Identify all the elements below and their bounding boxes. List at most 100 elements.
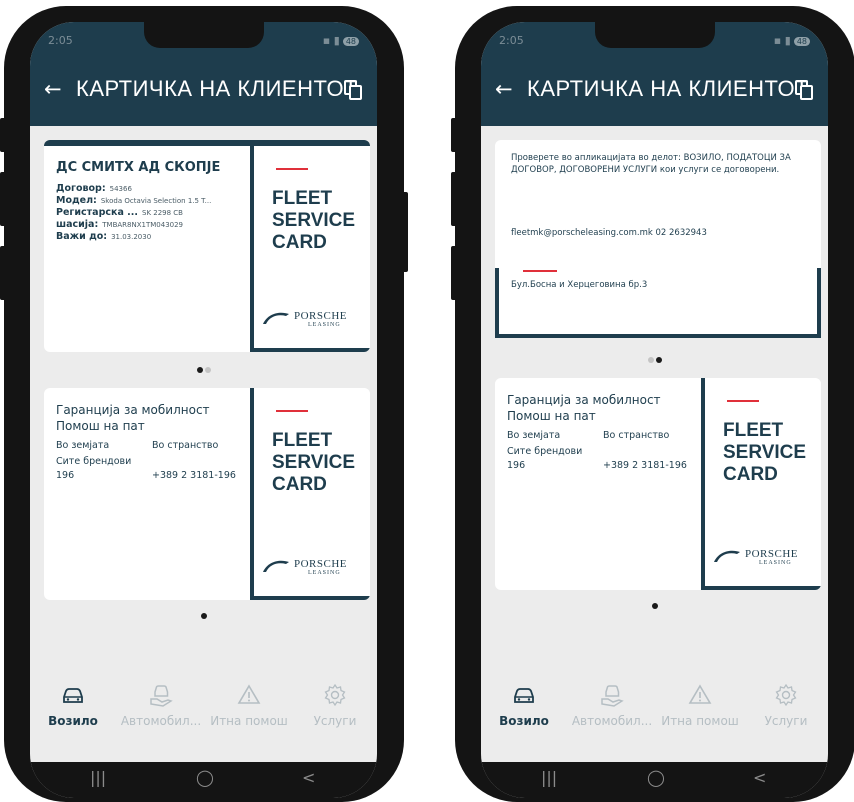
nav-item-services[interactable]: Услуги: [743, 680, 828, 728]
copy-icon[interactable]: [344, 80, 363, 100]
porsche-leasing-logo: PORSCHE LEASING: [262, 554, 366, 580]
detail-row: Важи до: 31.03.2030: [56, 231, 152, 242]
app-screen: 2:05 ▪ ▮ 48 ← КАРТИЧКА НА КЛИЕНТОТ Провер…: [481, 22, 828, 798]
status-time: 2:05: [48, 34, 73, 47]
gear-icon: [743, 680, 828, 710]
company-name: ДС СМИТХ АД СКОПЈЕ: [56, 160, 221, 175]
address-text: Бул.Босна и Херцеговина бр.3: [511, 280, 648, 290]
mobility-guarantee-card[interactable]: Гаранција за мобилност Помош на пат Во з…: [44, 388, 370, 600]
vehicle-details: ДС СМИТХ АД СКОПЈЕ Договор: 54366 Модел: S…: [56, 160, 246, 243]
fleet-service-card-text: FLEET SERVICE CARD: [723, 420, 807, 485]
detail-row: шасија: TMBAR8NX1TM043029: [56, 219, 184, 230]
domestic-phone: 196: [507, 460, 526, 471]
roadside-assistance-title: Помош на пат: [56, 419, 145, 433]
pager-dot[interactable]: [647, 357, 654, 363]
fleet-service-card-text: FLEET SERVICE CARD: [272, 430, 356, 495]
vehicle-card[interactable]: ДС СМИТХ АД СКОПЈЕ Договор: 54366 Модел: S…: [44, 140, 370, 352]
home-button[interactable]: ◯: [196, 768, 214, 787]
accent-line: [276, 168, 308, 170]
guarantee-title: Гаранција за мобилност: [56, 403, 210, 417]
mobility-guarantee-card[interactable]: Гаранција за мобилност Помош на пат Во з…: [495, 378, 821, 590]
fleet-service-card-panel: FLEET SERVICE CARD PORSCHE LEASING: [250, 146, 370, 352]
page-title: КАРТИЧКА НА КЛИЕНТОТ: [527, 76, 809, 101]
side-button: [0, 118, 8, 152]
all-brands-label: Сите брендови: [507, 446, 583, 457]
back-button[interactable]: <: [753, 768, 766, 787]
nav-item-vehicle[interactable]: Возило: [30, 680, 116, 728]
all-brands-label: Сите брендови: [56, 456, 132, 467]
signal-icons: ▪ ▮ 48: [323, 34, 359, 47]
guarantee-title: Гаранција за мобилност: [507, 393, 661, 407]
nav-item-car-service[interactable]: Автомобил...: [118, 680, 204, 728]
side-button: [451, 246, 459, 300]
pager-dot-active[interactable]: [200, 613, 207, 619]
guarantee-details: Гаранција за мобилност Помош на пат Во з…: [507, 392, 697, 474]
side-button: [0, 172, 8, 226]
pager-dot[interactable]: [204, 367, 211, 373]
back-arrow-icon[interactable]: ←: [495, 77, 513, 101]
phone-numbers-row: 196 +389 2 3181-196: [507, 460, 697, 474]
recents-button[interactable]: |||: [541, 768, 557, 787]
contact-info: fleetmk@porscheleasing.com.mk 02 2632943: [511, 228, 707, 238]
abroad-phone: +389 2 3181-196: [152, 470, 236, 481]
camera-notch: [143, 22, 264, 48]
pager-dots: [481, 594, 828, 613]
system-navigation-bar: ||| ◯ <: [30, 762, 377, 798]
car-icon: [30, 680, 116, 710]
nav-item-services[interactable]: Услуги: [292, 680, 377, 728]
porsche-leasing-logo: PORSCHE LEASING: [262, 306, 366, 332]
phone-numbers-row: 196 +389 2 3181-196: [56, 470, 246, 484]
accent-line: [523, 270, 557, 272]
pager-dot-active[interactable]: [655, 357, 662, 363]
guarantee-header-row: Во земјата Во странство: [507, 430, 670, 441]
detail-row: Модел: Skoda Octavia Selection 1.5 T...: [56, 195, 212, 206]
status-time: 2:05: [499, 34, 524, 47]
instructions-text: Проверете во апликацијата во делот: ВОЗИ…: [511, 153, 791, 175]
nav-item-car-service[interactable]: Автомобил...: [569, 680, 655, 728]
warning-icon: [206, 680, 292, 710]
back-arrow-icon[interactable]: ←: [44, 77, 62, 101]
fleet-service-card-panel: FLEET SERVICE CARD PORSCHE LEASING: [250, 388, 370, 600]
gear-icon: [292, 680, 377, 710]
accent-line: [727, 400, 759, 402]
fleet-service-card-text: FLEET SERVICE CARD: [272, 188, 356, 253]
guarantee-details: Гаранција за мобилност Помош на пат Во з…: [56, 402, 246, 484]
page-title: КАРТИЧКА НА КЛИЕНТОТ: [76, 76, 358, 101]
porsche-leasing-logo: PORSCHE LEASING: [713, 544, 817, 570]
side-button: [451, 172, 459, 226]
car-icon: [481, 680, 567, 710]
copy-icon[interactable]: [795, 80, 814, 100]
camera-notch: [594, 22, 715, 48]
card-frame: [495, 268, 821, 338]
card-back-side[interactable]: Проверете во апликацијата во делот: ВОЗИ…: [495, 140, 821, 338]
side-button: [451, 118, 459, 152]
side-button: [0, 246, 8, 300]
signal-icons: ▪ ▮ 48: [774, 34, 810, 47]
accent-line: [276, 410, 308, 412]
warning-icon: [657, 680, 743, 710]
recents-button[interactable]: |||: [90, 768, 106, 787]
nav-item-vehicle[interactable]: Возило: [481, 680, 567, 728]
pager-dots: [481, 348, 828, 367]
abroad-phone: +389 2 3181-196: [603, 460, 687, 471]
battery-icon: 48: [342, 37, 359, 46]
back-button[interactable]: <: [302, 768, 315, 787]
car-service-icon: [569, 680, 655, 710]
phone-frame-left: 2:05 ▪ ▮ 48 ← КАРТИЧКА НА КЛИЕНТОТ ДС СМИ…: [0, 6, 408, 802]
nav-item-emergency[interactable]: Итна помош: [657, 680, 743, 728]
guarantee-header-row: Во земјата Во странство: [56, 440, 219, 451]
detail-row: Договор: 54366: [56, 183, 132, 194]
roadside-assistance-title: Помош на пат: [507, 409, 596, 423]
domestic-phone: 196: [56, 470, 75, 481]
nav-item-emergency[interactable]: Итна помош: [206, 680, 292, 728]
home-button[interactable]: ◯: [647, 768, 665, 787]
app-screen: 2:05 ▪ ▮ 48 ← КАРТИЧКА НА КЛИЕНТОТ ДС СМИ…: [30, 22, 377, 798]
fleet-service-card-panel: FLEET SERVICE CARD PORSCHE LEASING: [701, 378, 821, 590]
pager-dot-active[interactable]: [196, 367, 203, 373]
car-service-icon: [118, 680, 204, 710]
detail-row: Регистарска ... SK 2298 CB: [56, 207, 183, 218]
system-navigation-bar: ||| ◯ <: [481, 762, 828, 798]
battery-icon: 48: [793, 37, 810, 46]
pager-dot-active[interactable]: [651, 603, 658, 609]
power-button: [400, 192, 408, 272]
